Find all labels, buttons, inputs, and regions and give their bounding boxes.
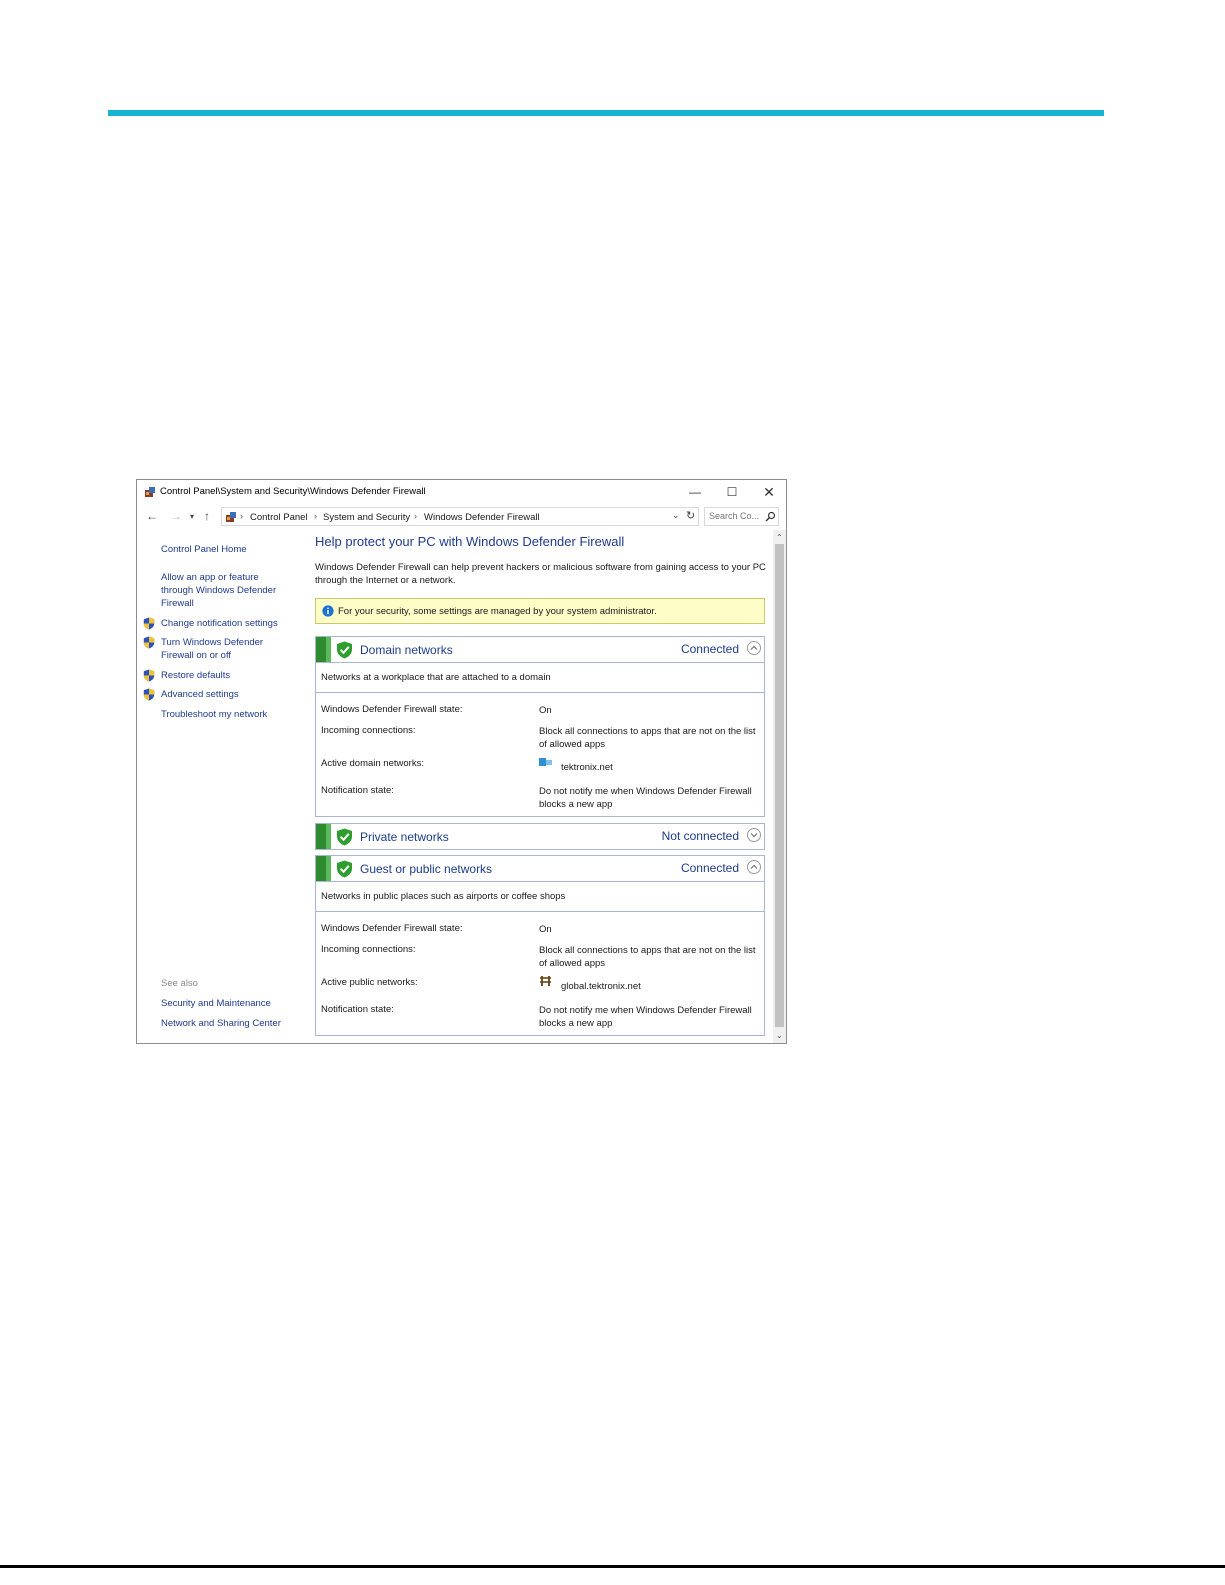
incoming-connections-value: Block all connections to apps that are n…	[539, 726, 756, 750]
firewall-state-label: Windows Defender Firewall state:	[321, 704, 463, 715]
notification-state-value: Do not notify me when Windows Defender F…	[539, 1005, 752, 1029]
network-description-text: Networks in public places such as airpor…	[321, 891, 566, 902]
public-networks-header[interactable]: Guest or public networks Connected	[316, 856, 764, 882]
address-field[interactable]: › Control Panel › System and Security › …	[221, 507, 699, 526]
close-button[interactable]: ✕	[751, 482, 786, 502]
page-description: Windows Defender Firewall can help preve…	[315, 562, 766, 586]
address-dropdown-button[interactable]: ⌄	[672, 510, 680, 521]
network-name: Guest or public networks	[360, 862, 493, 876]
network-description: Networks at a workplace that are attache…	[316, 663, 764, 693]
control-panel-icon	[226, 512, 236, 522]
restore-defaults-link[interactable]: Restore defaults	[161, 669, 286, 682]
search-box	[704, 507, 779, 526]
breadcrumb-separator: ›	[414, 511, 417, 521]
firewall-state-value: On	[539, 924, 552, 935]
private-networks-panel: Private networks Not connected	[315, 823, 765, 850]
firewall-window: Control Panel\System and Security\Window…	[136, 479, 787, 1044]
breadcrumb-control-panel[interactable]: Control Panel	[250, 512, 308, 523]
private-networks-header[interactable]: Private networks Not connected	[316, 824, 764, 849]
control-panel-icon	[145, 487, 155, 497]
domain-networks-panel: Domain networks Connected Networks at a …	[315, 636, 765, 817]
active-networks-value: tektronix.net	[561, 762, 613, 773]
breadcrumb-separator: ›	[314, 511, 317, 521]
admin-notice: For your security, some settings are man…	[315, 598, 765, 624]
chevron-down-icon	[750, 833, 758, 838]
status-strip	[316, 824, 331, 849]
breadcrumb-system-security[interactable]: System and Security	[323, 512, 410, 523]
network-status: Not connected	[661, 829, 739, 843]
public-network-icon	[540, 976, 551, 986]
info-icon	[322, 605, 334, 617]
uac-shield-icon	[143, 688, 155, 701]
shield-check-icon	[337, 860, 352, 878]
advanced-settings-link[interactable]: Advanced settings	[161, 688, 286, 701]
notification-state-label: Notification state:	[321, 785, 394, 796]
incoming-connections-label: Incoming connections:	[321, 725, 416, 736]
network-status: Connected	[680, 642, 739, 656]
uac-shield-icon	[143, 669, 155, 682]
address-bar: ← → ▾ ↑ › Control Panel › System and Sec…	[137, 506, 786, 528]
page-title: Help protect your PC with Windows Defend…	[315, 534, 625, 549]
page-bottom-rule	[0, 1565, 1225, 1568]
search-input[interactable]	[709, 511, 761, 521]
troubleshoot-network-link[interactable]: Troubleshoot my network	[161, 708, 286, 721]
back-button[interactable]: ←	[146, 509, 158, 523]
notification-state-label: Notification state:	[321, 1004, 394, 1015]
active-networks-value: global.tektronix.net	[561, 981, 641, 992]
turn-firewall-on-off-link[interactable]: Turn Windows Defender Firewall on or off	[161, 636, 286, 662]
refresh-button[interactable]: ↻	[686, 509, 695, 522]
notification-state-value: Do not notify me when Windows Defender F…	[539, 786, 752, 810]
network-name: Domain networks	[360, 643, 453, 657]
network-description-text: Networks at a workplace that are attache…	[321, 672, 551, 683]
firewall-state-label: Windows Defender Firewall state:	[321, 923, 463, 934]
expand-button[interactable]	[747, 828, 761, 842]
collapse-button[interactable]	[747, 641, 761, 655]
shield-check-icon	[337, 828, 352, 846]
maximize-button[interactable]: ☐	[714, 482, 750, 502]
network-description: Networks in public places such as airpor…	[316, 882, 764, 912]
domain-networks-header[interactable]: Domain networks Connected	[316, 637, 764, 663]
shield-check-icon	[337, 641, 352, 659]
sidebar: Control Panel Home Allow an app or featu…	[137, 530, 307, 1043]
incoming-connections-label: Incoming connections:	[321, 944, 416, 955]
allow-app-link[interactable]: Allow an app or feature through Windows …	[161, 571, 286, 610]
status-strip	[316, 856, 331, 881]
uac-shield-icon	[143, 636, 155, 649]
vertical-scrollbar[interactable]: ⌃ ⌄	[773, 530, 786, 1043]
chevron-up-icon	[750, 645, 758, 650]
control-panel-home-link[interactable]: Control Panel Home	[161, 543, 286, 556]
minimize-button[interactable]: —	[677, 482, 713, 502]
collapse-button[interactable]	[747, 860, 761, 874]
notice-text: For your security, some settings are man…	[338, 606, 657, 617]
active-networks-label: Active domain networks:	[321, 758, 424, 769]
change-notification-link[interactable]: Change notification settings	[161, 617, 286, 630]
search-icon[interactable]	[765, 511, 776, 522]
forward-button[interactable]: →	[170, 509, 182, 523]
firewall-state-value: On	[539, 705, 552, 716]
status-strip	[316, 637, 331, 662]
scroll-down-button[interactable]: ⌄	[776, 1031, 783, 1040]
scroll-thumb[interactable]	[775, 544, 784, 1027]
network-sharing-center-link[interactable]: Network and Sharing Center	[161, 1017, 286, 1030]
domain-network-icon	[539, 758, 552, 766]
uac-shield-icon	[143, 617, 155, 630]
up-button[interactable]: ↑	[204, 509, 210, 523]
network-status: Connected	[680, 861, 739, 875]
incoming-connections-value: Block all connections to apps that are n…	[539, 945, 756, 969]
see-also-label: See also	[161, 978, 198, 989]
title-bar: Control Panel\System and Security\Window…	[137, 480, 786, 504]
page-accent-bar	[108, 110, 1104, 116]
breadcrumb-firewall[interactable]: Windows Defender Firewall	[424, 512, 540, 523]
active-networks-label: Active public networks:	[321, 977, 418, 988]
main-content: Help protect your PC with Windows Defend…	[307, 530, 773, 1043]
recent-locations-button[interactable]: ▾	[190, 512, 194, 521]
window-title: Control Panel\System and Security\Window…	[160, 486, 426, 497]
breadcrumb-separator: ›	[240, 511, 243, 521]
public-networks-panel: Guest or public networks Connected Netwo…	[315, 855, 765, 1036]
security-maintenance-link[interactable]: Security and Maintenance	[161, 997, 286, 1010]
scroll-up-button[interactable]: ⌃	[776, 533, 783, 542]
network-name: Private networks	[360, 830, 449, 844]
chevron-up-icon	[750, 864, 758, 869]
